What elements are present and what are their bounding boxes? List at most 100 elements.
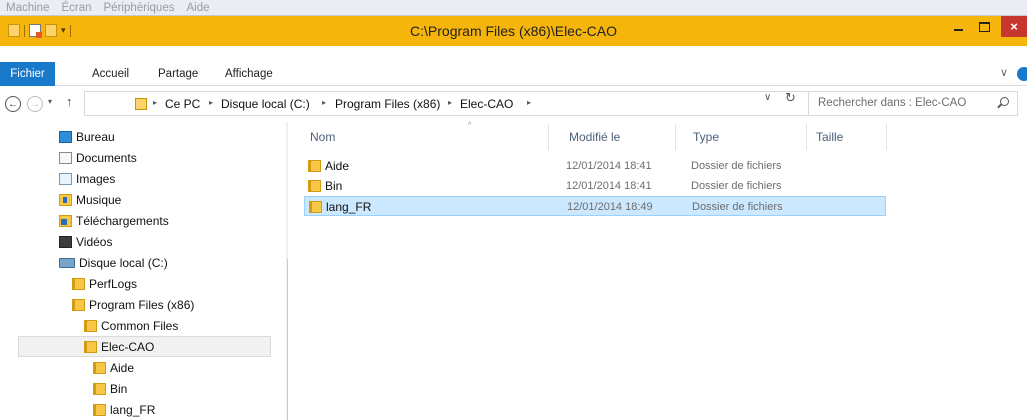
breadcrumb-separator[interactable]: ▸	[448, 98, 452, 107]
vm-menu-ecran[interactable]: Écran	[61, 2, 91, 14]
tree-item-telechargements[interactable]: Téléchargements	[59, 210, 169, 231]
folder-icon	[72, 277, 85, 290]
tree-item-images[interactable]: Images	[59, 168, 115, 189]
folder-icon	[93, 403, 106, 416]
expand-ribbon-icon[interactable]: ∨	[1000, 66, 1008, 79]
tree-item-label: Musique	[76, 192, 122, 207]
file-type: Dossier de fichiers	[691, 160, 782, 172]
column-header-type[interactable]: Type	[693, 122, 719, 152]
file-row-aide[interactable]: Aide 12/01/2014 18:41 Dossier de fichier…	[304, 156, 886, 176]
folder-icon	[93, 382, 106, 395]
desktop-icon	[59, 130, 72, 143]
ribbon-tabs: Fichier Accueil Partage Affichage ∨	[0, 62, 1027, 86]
tab-accueil[interactable]: Accueil	[92, 62, 129, 86]
breadcrumb-separator[interactable]: ▸	[527, 98, 531, 107]
tree-item-videos[interactable]: Vidéos	[59, 231, 112, 252]
tree-item-label: Elec-CAO	[101, 339, 155, 354]
folder-icon	[135, 98, 147, 110]
breadcrumb-separator[interactable]: ▸	[209, 98, 213, 107]
tree-item-aide[interactable]: Aide	[93, 357, 134, 378]
tab-fichier[interactable]: Fichier	[0, 62, 55, 86]
refresh-icon[interactable]: ↻	[785, 90, 796, 106]
tree-item-elec-cao[interactable]: Elec-CAO	[18, 336, 271, 357]
file-modified: 12/01/2014 18:41	[566, 180, 652, 192]
forward-button[interactable]: →	[27, 96, 43, 112]
tree-item-label: Disque local (C:)	[79, 255, 168, 270]
search-placeholder[interactable]: Rechercher dans : Elec-CAO	[818, 97, 966, 109]
close-button[interactable]: ×	[1001, 16, 1027, 37]
tree-item-lang-fr[interactable]: lang_FR	[93, 399, 155, 420]
vm-menu-aide[interactable]: Aide	[186, 2, 209, 14]
maximize-button[interactable]	[971, 16, 997, 37]
file-name: Bin	[325, 179, 343, 193]
tree-item-label: Documents	[76, 150, 137, 165]
tree-item-musique[interactable]: Musique	[59, 189, 121, 210]
tree-item-label: lang_FR	[110, 402, 156, 417]
tree-item-bin[interactable]: Bin	[93, 378, 127, 399]
file-modified: 12/01/2014 18:49	[567, 201, 653, 213]
tree-item-label: Vidéos	[76, 234, 113, 249]
breadcrumb-ce-pc[interactable]: Ce PC	[165, 97, 200, 111]
folder-icon	[308, 160, 321, 172]
column-header-nom[interactable]: Nom	[310, 122, 335, 152]
window-titlebar[interactable]: ▾ C:\Program Files (x86)\Elec-CAO ×	[0, 16, 1027, 46]
sort-ascending-icon: ^	[468, 122, 472, 129]
navigation-bar: ← → ▾ ↑ ▸ Ce PC ▸ Disque local (C:) ▸ Pr…	[0, 86, 1027, 122]
address-bar[interactable]: ▸ Ce PC ▸ Disque local (C:) ▸ Program Fi…	[84, 91, 810, 116]
file-modified: 12/01/2014 18:41	[566, 160, 652, 172]
file-type: Dossier de fichiers	[692, 201, 783, 213]
tree-item-label: Images	[76, 171, 116, 186]
breadcrumb-elec-cao[interactable]: Elec-CAO	[460, 97, 513, 111]
file-row-bin[interactable]: Bin 12/01/2014 18:41 Dossier de fichiers	[304, 176, 886, 196]
images-icon	[59, 172, 72, 185]
drive-icon	[59, 257, 75, 268]
column-divider[interactable]	[675, 124, 676, 150]
tree-item-perflogs[interactable]: PerfLogs	[72, 273, 137, 294]
vm-menu-machine[interactable]: Machine	[6, 2, 49, 14]
tree-item-label: Bureau	[76, 129, 115, 144]
tree-item-label: Aide	[110, 360, 135, 375]
tree-item-bureau[interactable]: Bureau	[59, 126, 115, 147]
tab-affichage[interactable]: Affichage	[225, 62, 273, 86]
breadcrumb-disque-local[interactable]: Disque local (C:)	[221, 97, 310, 111]
breadcrumb-separator[interactable]: ▸	[322, 98, 326, 107]
file-type: Dossier de fichiers	[691, 180, 782, 192]
recent-locations-icon[interactable]: ▾	[48, 97, 52, 106]
tree-item-disque-local[interactable]: Disque local (C:)	[59, 252, 168, 273]
folder-icon	[308, 180, 321, 192]
column-divider[interactable]	[806, 124, 807, 150]
folder-icon	[309, 201, 322, 213]
tree-item-program-files-x86[interactable]: Program Files (x86)	[72, 294, 194, 315]
breadcrumb-separator[interactable]: ▸	[153, 98, 157, 107]
folder-icon	[93, 361, 106, 374]
file-row-lang-fr[interactable]: lang_FR 12/01/2014 18:49 Dossier de fich…	[304, 196, 886, 216]
column-header-modifie-le[interactable]: Modifié le	[569, 122, 620, 152]
file-list: Nom ^ Modifié le Type Taille Aide 12/01/…	[288, 122, 1027, 420]
file-name: lang_FR	[326, 200, 372, 214]
navigation-pane: Bureau Documents Images Musique Téléchar…	[18, 122, 305, 420]
downloads-icon	[59, 214, 72, 227]
column-header-taille[interactable]: Taille	[816, 122, 843, 152]
column-divider[interactable]	[886, 124, 887, 150]
tree-item-label: Bin	[110, 381, 128, 396]
search-box[interactable]: Rechercher dans : Elec-CAO	[808, 91, 1018, 116]
tree-item-label: Common Files	[101, 318, 179, 333]
vm-menubar: Machine Écran Périphériques Aide	[0, 0, 1027, 16]
file-name: Aide	[325, 159, 350, 173]
tree-item-common-files[interactable]: Common Files	[84, 315, 178, 336]
folder-icon	[72, 298, 85, 311]
folder-icon	[84, 340, 97, 353]
vm-menu-peripheriques[interactable]: Périphériques	[104, 2, 175, 14]
column-divider[interactable]	[548, 124, 549, 150]
tab-partage[interactable]: Partage	[158, 62, 198, 86]
up-button[interactable]: ↑	[66, 94, 73, 109]
back-button[interactable]: ←	[5, 96, 21, 112]
address-history-dropdown[interactable]: ∨	[764, 92, 771, 103]
tree-item-documents[interactable]: Documents	[59, 147, 137, 168]
minimize-button[interactable]	[945, 16, 971, 37]
tree-item-label: PerfLogs	[89, 276, 138, 291]
folder-icon	[84, 319, 97, 332]
search-icon[interactable]	[1000, 97, 1009, 106]
help-icon[interactable]	[1017, 67, 1027, 81]
breadcrumb-program-files[interactable]: Program Files (x86)	[335, 97, 440, 111]
